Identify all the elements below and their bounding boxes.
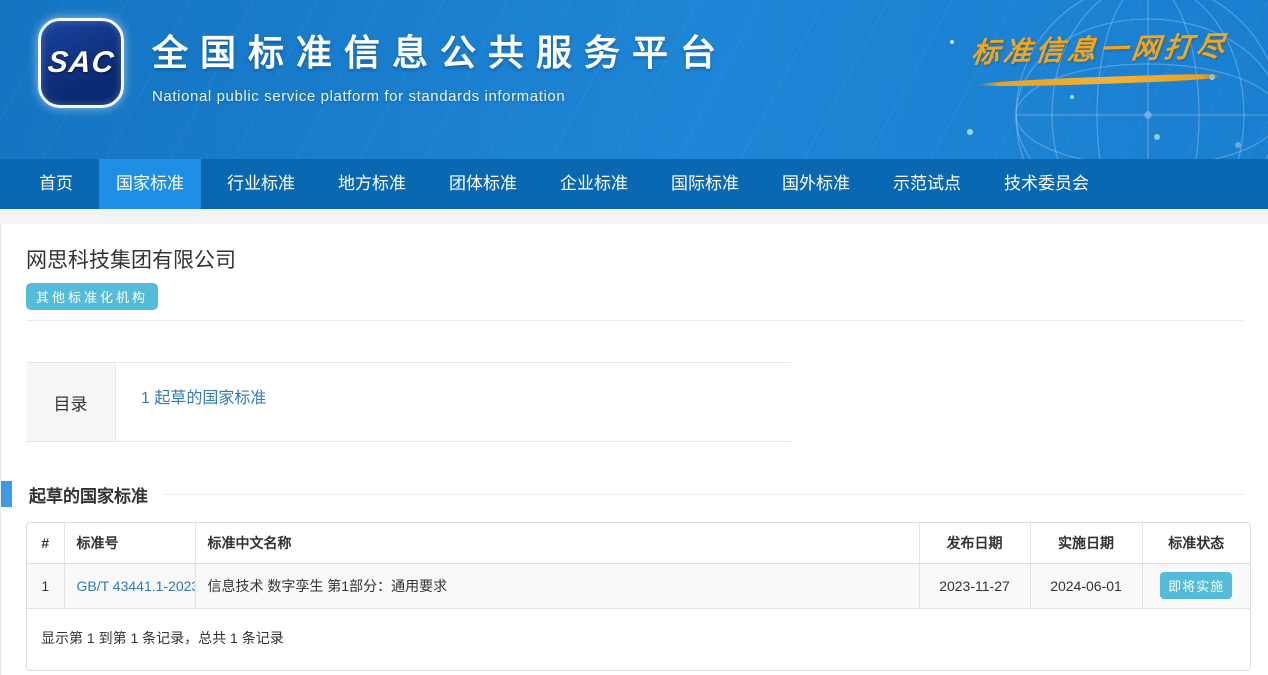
sparkle-dots-icon <box>950 40 954 44</box>
main-nav: 首页 国家标准 行业标准 地方标准 团体标准 企业标准 国际标准 国外标准 示范… <box>0 159 1268 209</box>
nav-item-foreign-standards[interactable]: 国外标准 <box>765 159 867 209</box>
col-header-implement-date: 实施日期 <box>1030 523 1142 563</box>
standard-code-link[interactable]: GB/T 43441.1-2023 <box>77 578 196 594</box>
status-cell: 即将实施 <box>1142 563 1250 608</box>
col-header-index: # <box>27 523 64 563</box>
col-header-standard-code: 标准号 <box>64 523 195 563</box>
table-header-row: # 标准号 标准中文名称 发布日期 实施日期 标准状态 <box>27 523 1250 563</box>
catalog-links: 1 起草的国家标准 <box>116 363 791 441</box>
catalog-box: 目录 1 起草的国家标准 <box>26 362 791 442</box>
standard-code-cell: GB/T 43441.1-2023 <box>64 563 195 608</box>
sac-logo[interactable]: SAC <box>38 18 124 108</box>
slogan: 标准信息一网打尽 <box>972 28 1228 84</box>
standards-table: # 标准号 标准中文名称 发布日期 实施日期 标准状态 1 GB/T 43441… <box>27 523 1250 609</box>
section-header: 起草的国家标准 <box>1 481 1268 507</box>
nav-item-home[interactable]: 首页 <box>22 159 90 209</box>
slogan-text: 标准信息一网打尽 <box>969 25 1230 72</box>
standards-table-container: # 标准号 标准中文名称 发布日期 实施日期 标准状态 1 GB/T 43441… <box>26 522 1251 671</box>
col-header-chinese-name: 标准中文名称 <box>195 523 919 563</box>
status-badge: 即将实施 <box>1160 572 1232 599</box>
site-header: SAC 全国标准信息公共服务平台 National public service… <box>0 0 1268 159</box>
org-divider <box>26 320 1243 321</box>
nav-item-group-standards[interactable]: 团体标准 <box>432 159 534 209</box>
nav-item-enterprise-standards[interactable]: 企业标准 <box>543 159 645 209</box>
sac-logo-text: SAC <box>46 46 116 80</box>
catalog-label: 目录 <box>26 363 116 441</box>
implement-date-cell: 2024-06-01 <box>1030 563 1142 608</box>
nav-list: 首页 国家标准 行业标准 地方标准 团体标准 企业标准 国际标准 国外标准 示范… <box>0 159 1268 209</box>
section-divider-line <box>164 494 1245 495</box>
site-subtitle: National public service platform for sta… <box>152 88 728 105</box>
nav-item-pilot-demo[interactable]: 示范试点 <box>876 159 978 209</box>
org-type-badge: 其他标准化机构 <box>26 283 158 310</box>
col-header-publish-date: 发布日期 <box>919 523 1030 563</box>
divider-strip <box>0 209 1268 224</box>
records-summary: 显示第 1 到第 1 条记录，总共 1 条记录 <box>27 609 1250 670</box>
table-row: 1 GB/T 43441.1-2023 信息技术 数字孪生 第1部分：通用要求 … <box>27 563 1250 608</box>
section-accent-bar <box>1 481 12 507</box>
content-panel: 网思科技集团有限公司 其他标准化机构 目录 1 起草的国家标准 起草的国家标准 … <box>0 224 1268 675</box>
standard-name-cell: 信息技术 数字孪生 第1部分：通用要求 <box>195 563 919 608</box>
org-name: 网思科技集团有限公司 <box>26 244 1268 274</box>
catalog-link-drafted-national-standards[interactable]: 1 起草的国家标准 <box>141 390 266 407</box>
row-index: 1 <box>27 563 64 608</box>
section-title: 起草的国家标准 <box>29 482 148 507</box>
nav-item-international-standards[interactable]: 国际标准 <box>654 159 756 209</box>
publish-date-cell: 2023-11-27 <box>919 563 1030 608</box>
col-header-status: 标准状态 <box>1142 523 1250 563</box>
nav-item-local-standards[interactable]: 地方标准 <box>321 159 423 209</box>
nav-item-technical-committee[interactable]: 技术委员会 <box>987 159 1106 209</box>
nav-item-national-standards[interactable]: 国家标准 <box>99 159 201 209</box>
nav-item-industry-standards[interactable]: 行业标准 <box>210 159 312 209</box>
page: SAC 全国标准信息公共服务平台 National public service… <box>0 0 1268 675</box>
site-title: 全国标准信息公共服务平台 <box>152 24 728 76</box>
site-title-block: 全国标准信息公共服务平台 National public service pla… <box>152 24 728 105</box>
